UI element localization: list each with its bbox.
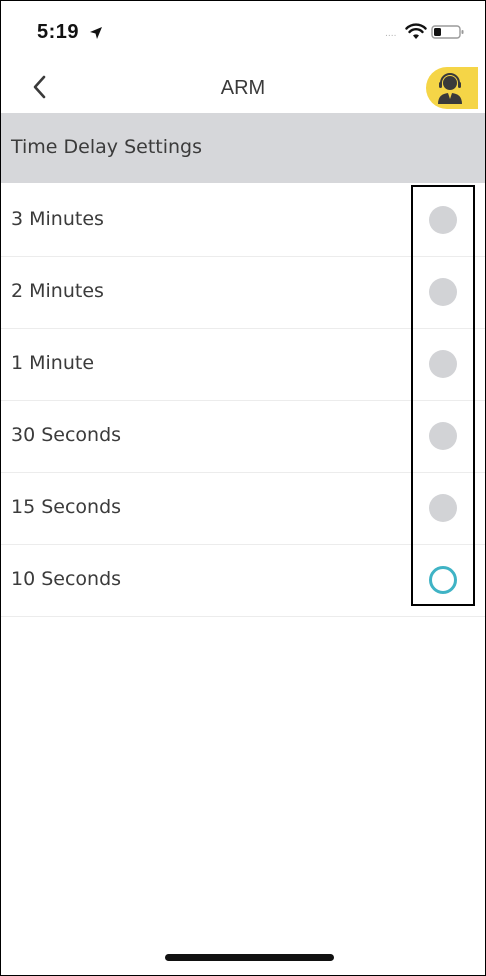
radio-button-unselected[interactable]: [429, 422, 457, 450]
radio-button-selected[interactable]: [429, 566, 457, 594]
time-delay-options-list: 3 Minutes 2 Minutes 1 Minute 30 Seconds …: [1, 185, 485, 617]
option-row-1-minute[interactable]: 1 Minute: [1, 329, 485, 401]
radio-button-unselected[interactable]: [429, 278, 457, 306]
wifi-icon: [405, 23, 427, 39]
option-label: 15 Seconds: [11, 496, 122, 518]
battery-icon: [431, 25, 464, 39]
status-time: 5:19: [37, 21, 80, 43]
option-row-15-seconds[interactable]: 15 Seconds: [1, 473, 485, 545]
option-row-3-minutes[interactable]: 3 Minutes: [1, 185, 485, 257]
section-header: Time Delay Settings: [1, 113, 485, 183]
support-button[interactable]: [426, 67, 478, 109]
option-label: 3 Minutes: [11, 208, 104, 230]
home-indicator: [165, 954, 334, 961]
option-row-30-seconds[interactable]: 30 Seconds: [1, 401, 485, 473]
status-bar: 5:19 ....: [1, 1, 485, 63]
option-label: 2 Minutes: [11, 280, 104, 302]
section-header-title: Time Delay Settings: [11, 136, 202, 158]
navigation-bar: ARM: [1, 63, 485, 113]
location-arrow-icon: [90, 27, 102, 39]
phone-screen: 5:19 .... ARM Time Delay Settings 3 Minu…: [0, 0, 486, 976]
option-row-2-minutes[interactable]: 2 Minutes: [1, 257, 485, 329]
radio-button-unselected[interactable]: [429, 206, 457, 234]
option-label: 30 Seconds: [11, 424, 122, 446]
signal-indicator: ....: [385, 29, 397, 39]
support-agent-icon: [438, 73, 462, 104]
option-label: 1 Minute: [11, 352, 95, 374]
radio-button-unselected[interactable]: [429, 350, 457, 378]
option-label: 10 Seconds: [11, 568, 122, 590]
page-title: ARM: [220, 77, 266, 99]
radio-button-unselected[interactable]: [429, 494, 457, 522]
option-row-10-seconds[interactable]: 10 Seconds: [1, 545, 485, 617]
